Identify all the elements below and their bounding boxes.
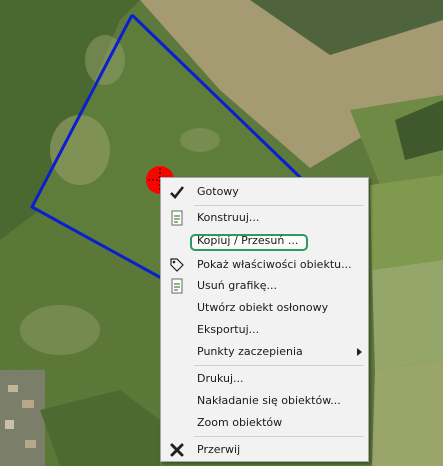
menu-item-nakladanie-obiektow[interactable]: Nakładanie się obiektów...: [161, 390, 368, 412]
menu-item-konstruuj[interactable]: Konstruuj...: [161, 207, 368, 229]
menu-item-label: Pokaż właściwości obiektu...: [197, 258, 352, 271]
close-x-icon: [169, 442, 185, 458]
menu-item-przerwij[interactable]: Przerwij: [161, 439, 368, 461]
menu-separator: [194, 365, 364, 366]
document-icon: [169, 210, 185, 226]
menu-item-label: Zoom obiektów: [197, 416, 283, 429]
menu-item-pokaz-wlasciwosci[interactable]: Pokaż właściwości obiektu...: [161, 254, 368, 276]
menu-item-zoom-obiektow[interactable]: Zoom obiektów: [161, 412, 368, 434]
menu-item-label: Drukuj...: [197, 372, 244, 385]
checkmark-icon: [169, 184, 185, 200]
tag-icon: [169, 257, 185, 273]
menu-item-usun-grafike[interactable]: Usuń grafikę...: [161, 275, 368, 297]
menu-item-label: Eksportuj...: [197, 323, 260, 336]
menu-separator: [194, 436, 364, 437]
menu-item-label: Kopiuj / Przesuń ...: [197, 234, 299, 247]
menu-item-punkty-zaczepienia[interactable]: Punkty zaczepienia: [161, 341, 368, 363]
context-menu: Gotowy Konstruuj... Kopiuj / Przesuń ...…: [160, 177, 369, 462]
menu-item-gotowy[interactable]: Gotowy: [161, 181, 368, 203]
menu-item-label: Utwórz obiekt osłonowy: [197, 301, 329, 314]
menu-separator: [194, 205, 364, 206]
menu-item-label: Konstruuj...: [197, 211, 260, 224]
submenu-arrow-icon: [357, 348, 362, 356]
menu-item-drukuj[interactable]: Drukuj...: [161, 368, 368, 390]
document-icon: [169, 278, 185, 294]
menu-item-label: Przerwij: [197, 443, 241, 456]
menu-item-eksportuj[interactable]: Eksportuj...: [161, 319, 368, 341]
menu-item-label: Nakładanie się obiektów...: [197, 394, 341, 407]
menu-item-label: Usuń grafikę...: [197, 279, 278, 292]
menu-item-utworz-obiekt-oslonowy[interactable]: Utwórz obiekt osłonowy: [161, 297, 368, 319]
menu-item-label: Gotowy: [197, 185, 239, 198]
menu-item-label: Punkty zaczepienia: [197, 345, 303, 358]
menu-item-kopiuj-przesun[interactable]: Kopiuj / Przesuń ...: [161, 230, 368, 252]
